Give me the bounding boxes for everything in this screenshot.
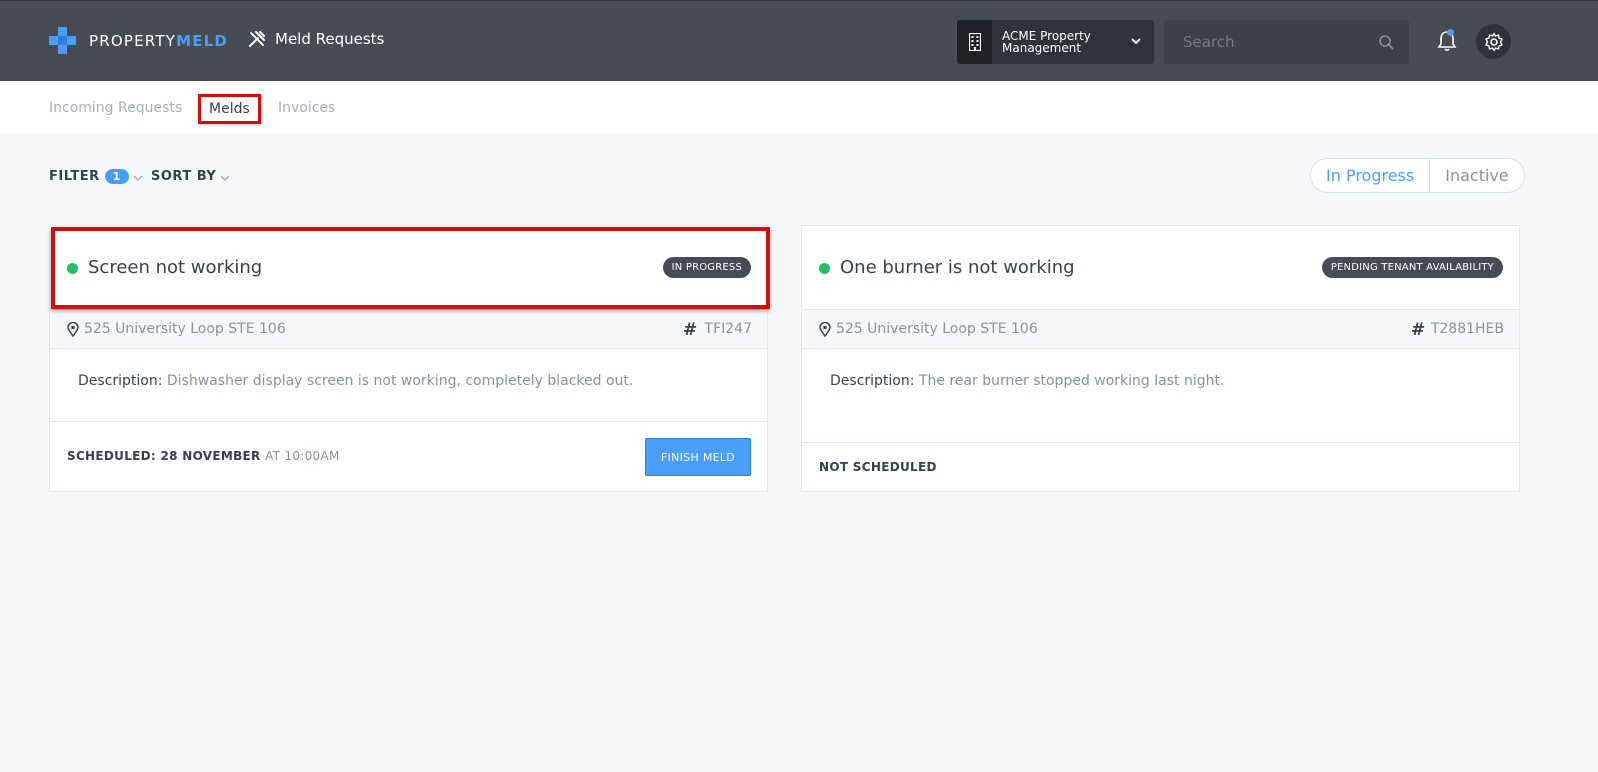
schedule-status: NOT SCHEDULED — [819, 460, 937, 474]
tab-incoming-requests[interactable]: Incoming Requests — [49, 100, 182, 116]
meld-card[interactable]: Screen not working IN PROGRESS 525 Unive… — [49, 225, 770, 492]
filter-label: FILTER — [49, 169, 100, 184]
schedule-time: AT 10:00AM — [265, 449, 340, 463]
logo[interactable]: PROPERTYMELD — [49, 27, 228, 54]
finish-meld-button[interactable]: FINISH MELD — [645, 438, 751, 476]
settings-button[interactable] — [1476, 24, 1511, 59]
app-title[interactable]: Meld Requests — [248, 30, 384, 48]
app-title-label: Meld Requests — [275, 30, 385, 48]
schedule-info: SCHEDULED: 28 NOVEMBER AT 10:00AM — [67, 449, 340, 463]
tools-icon — [249, 31, 265, 47]
logo-icon — [49, 27, 76, 54]
gear-icon — [1484, 32, 1503, 51]
tab-invoices[interactable]: Invoices — [278, 100, 335, 116]
sort-by-label: SORT BY — [151, 169, 217, 184]
meld-address-row: 525 University Loop STE 106 # TFI247 — [50, 309, 767, 349]
meld-card[interactable]: One burner is not working PENDING TENANT… — [801, 225, 1520, 492]
search-input[interactable] — [1164, 20, 1374, 64]
hash-icon: # — [1411, 320, 1426, 340]
toggle-inactive[interactable]: Inactive — [1430, 159, 1524, 192]
meld-description: Description: Dishwasher display screen i… — [78, 373, 633, 389]
tab-melds[interactable]: Melds — [198, 94, 261, 124]
meld-address: 525 University Loop STE 106 — [84, 321, 286, 337]
org-name: ACME Property Management — [1002, 29, 1091, 55]
description-label: Description: — [78, 373, 163, 389]
status-badge: PENDING TENANT AVAILABILITY — [1321, 257, 1503, 278]
chevron-down-icon — [220, 174, 230, 181]
org-selector[interactable]: ACME Property Management — [957, 20, 1154, 64]
sub-navigation: Incoming Requests Melds Invoices — [0, 81, 1598, 133]
meld-address-row: 525 University Loop STE 106 # T2881HEB — [802, 309, 1519, 349]
search-icon[interactable] — [1378, 34, 1394, 50]
status-dot — [67, 263, 78, 274]
logo-text: PROPERTYMELD — [89, 31, 229, 50]
status-badge: IN PROGRESS — [662, 257, 751, 278]
meld-title[interactable]: Screen not working — [88, 257, 262, 278]
notification-dot — [1447, 29, 1454, 36]
schedule-date: SCHEDULED: 28 NOVEMBER — [67, 449, 261, 463]
sort-by-dropdown[interactable]: SORT BY — [151, 169, 230, 184]
filter-count-badge: 1 — [104, 169, 129, 184]
meld-title[interactable]: One burner is not working — [840, 257, 1075, 278]
meld-card-footer: NOT SCHEDULED — [802, 442, 1519, 492]
top-bar: PROPERTYMELD Meld Requests ACME Property… — [0, 0, 1598, 81]
hash-icon: # — [683, 320, 698, 340]
meld-description: Description: The rear burner stopped wor… — [830, 373, 1224, 389]
location-pin-icon — [819, 322, 831, 337]
meld-card-header[interactable]: Screen not working IN PROGRESS — [50, 226, 767, 309]
meld-card-header[interactable]: One burner is not working PENDING TENANT… — [802, 226, 1519, 309]
chevron-down-icon — [1131, 38, 1141, 45]
chevron-down-icon — [133, 174, 143, 181]
status-toggle: In Progress Inactive — [1310, 158, 1525, 193]
meld-address: 525 University Loop STE 106 — [836, 321, 1038, 337]
filter-dropdown[interactable]: FILTER 1 — [49, 169, 143, 184]
schedule-info: NOT SCHEDULED — [819, 460, 937, 474]
meld-card-footer: SCHEDULED: 28 NOVEMBER AT 10:00AM FINISH… — [50, 421, 767, 492]
meld-code: TFI247 — [704, 321, 752, 337]
description-text: Dishwasher display screen is not working… — [166, 373, 634, 389]
description-text: The rear burner stopped working last nig… — [918, 373, 1225, 389]
toggle-in-progress[interactable]: In Progress — [1311, 159, 1431, 192]
status-dot — [819, 263, 830, 274]
building-icon — [957, 20, 992, 64]
description-label: Description: — [830, 373, 915, 389]
meld-code: T2881HEB — [1430, 321, 1504, 337]
search-box[interactable] — [1164, 20, 1409, 64]
location-pin-icon — [67, 322, 79, 337]
